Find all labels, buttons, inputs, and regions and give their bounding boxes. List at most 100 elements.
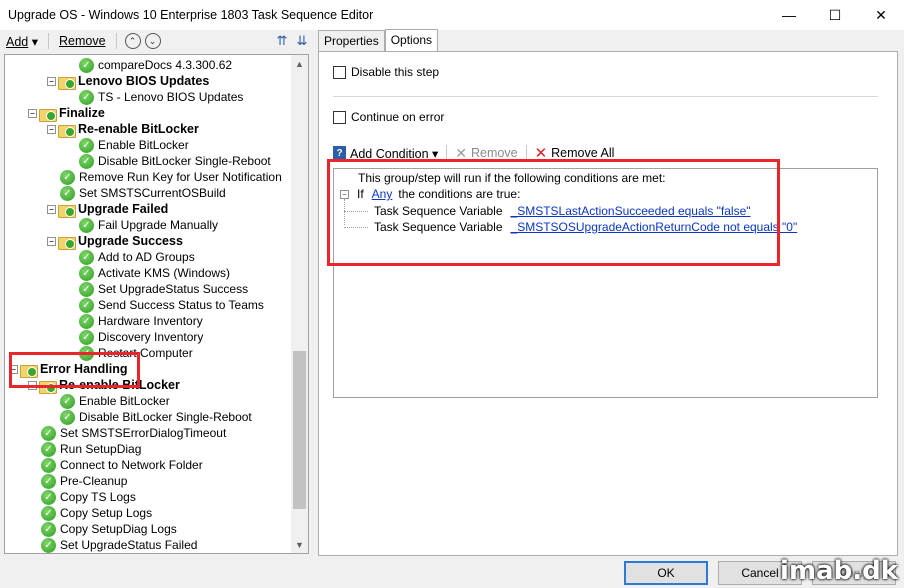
tree-step[interactable]: ✓ Set SMSTSErrorDialogTimeout xyxy=(28,425,226,441)
task-sequence-tree[interactable]: ▲ ▼ ✓ compareDocs 4.3.300.62 − Lenovo BIOS … xyxy=(4,54,309,554)
tree-group[interactable]: − Re-enable BitLocker xyxy=(47,121,199,138)
tree-group[interactable]: − Upgrade Failed xyxy=(47,201,169,218)
disable-step-option[interactable]: Disable this step xyxy=(333,65,439,79)
tree-step[interactable]: ✓ Disable BitLocker Single-Reboot xyxy=(47,409,252,425)
success-check-icon: ✓ xyxy=(79,217,94,233)
success-check-icon: ✓ xyxy=(60,169,75,185)
collapse-all-icon[interactable]: ⇊ xyxy=(294,33,310,49)
folder-icon xyxy=(58,123,76,138)
tree-step[interactable]: ✓ Disable BitLocker Single-Reboot xyxy=(66,153,271,169)
tree-item-label: Enable BitLocker xyxy=(79,394,170,408)
maximize-button[interactable]: ☐ xyxy=(812,0,858,30)
tree-step[interactable]: ✓ Set UpgradeStatus Failed xyxy=(28,537,197,553)
success-check-icon: ✓ xyxy=(41,441,56,457)
disable-step-checkbox[interactable] xyxy=(333,65,346,79)
options-panel: Disable this step Continue on error ? Ad… xyxy=(318,51,898,556)
success-check-icon: ✓ xyxy=(60,409,75,425)
toolbar-separator xyxy=(115,33,117,49)
tree-item-label: Remove Run Key for User Notification xyxy=(79,170,282,184)
imab-watermark: imab.dk xyxy=(780,556,898,586)
scroll-down-icon[interactable]: ▼ xyxy=(291,536,308,553)
tree-step[interactable]: ✓ Set UpgradeStatus Success xyxy=(66,281,248,297)
continue-on-error-option[interactable]: Continue on error xyxy=(333,110,444,124)
tree-step[interactable]: ✓ Connect to Network Folder xyxy=(28,457,203,473)
success-check-icon: ✓ xyxy=(79,57,94,73)
maximize-icon: ☐ xyxy=(828,6,842,23)
tree-step[interactable]: ✓ Add to AD Groups xyxy=(66,249,195,265)
success-check-icon: ✓ xyxy=(41,521,56,537)
tree-step[interactable]: ✓ Copy TS Logs xyxy=(28,489,136,505)
tree-step[interactable]: ✓ compareDocs 4.3.300.62 xyxy=(66,57,232,73)
success-check-icon: ✓ xyxy=(41,457,56,473)
tree-item-label: Upgrade Failed xyxy=(78,202,169,216)
remove-condition-button[interactable]: Remove xyxy=(471,146,518,160)
folder-icon xyxy=(39,107,57,122)
expand-all-icon[interactable]: ⇈ xyxy=(274,33,290,49)
collapse-icon[interactable]: − xyxy=(28,108,37,118)
move-up-icon[interactable]: ⌃ xyxy=(124,33,141,49)
scroll-up-icon[interactable]: ▲ xyxy=(291,55,308,72)
minimize-icon: — xyxy=(782,7,796,23)
collapse-icon[interactable]: − xyxy=(47,204,56,214)
add-label: Add xyxy=(6,34,29,49)
ok-button[interactable]: OK xyxy=(624,561,708,585)
tree-item-label: Copy SetupDiag Logs xyxy=(60,522,177,536)
tree-item-label: Fail Upgrade Manually xyxy=(98,218,219,232)
move-down-icon[interactable]: ⌄ xyxy=(144,33,161,49)
success-check-icon: ✓ xyxy=(60,185,75,201)
tree-group[interactable]: − Lenovo BIOS Updates xyxy=(47,73,210,90)
tree-step[interactable]: ✓ TS - Lenovo BIOS Updates xyxy=(66,89,243,105)
tree-step[interactable]: ✓ Enable BitLocker xyxy=(47,393,170,409)
tree-scrollbar[interactable]: ▲ ▼ xyxy=(291,55,308,553)
tab-options[interactable]: Options xyxy=(384,29,439,52)
continue-on-error-checkbox[interactable] xyxy=(333,110,346,124)
tree-step[interactable]: ✓ Send Success Status to Teams xyxy=(66,297,264,313)
tree-step[interactable]: ✓ Copy SetupDiag Logs xyxy=(28,521,177,537)
remove-button[interactable]: Remove xyxy=(57,34,108,48)
success-check-icon: ✓ xyxy=(79,153,94,169)
tree-step[interactable]: ✓ Discovery Inventory xyxy=(66,329,203,345)
tree-step[interactable]: ✓ Pre-Cleanup xyxy=(28,473,127,489)
dropdown-arrow-icon: ▾ xyxy=(31,34,39,49)
close-button[interactable]: ✕ xyxy=(858,0,904,30)
tree-item-label: Copy Setup Logs xyxy=(60,506,153,520)
tree-step[interactable]: ✓ Enable BitLocker xyxy=(66,137,189,153)
tab-properties[interactable]: Properties xyxy=(318,30,385,52)
tree-item-label: Disable BitLocker Single-Reboot xyxy=(79,410,252,424)
tree-item-label: Copy TS Logs xyxy=(60,490,136,504)
add-menu-button[interactable]: Add ▾ xyxy=(4,34,40,49)
collapse-icon[interactable]: − xyxy=(47,236,56,246)
folder-icon xyxy=(58,235,76,250)
tree-group[interactable]: − Finalize xyxy=(28,105,105,122)
tree-group[interactable]: − Upgrade Success xyxy=(47,233,183,250)
folder-icon xyxy=(58,75,76,90)
tree-step[interactable]: ✓ Activate KMS (Windows) xyxy=(66,265,230,281)
tree-step[interactable]: ✓ Remove Run Key for User Notification xyxy=(47,169,282,185)
tree-item-label: TS - Lenovo BIOS Updates xyxy=(98,90,244,104)
tab-strip: Properties Options xyxy=(318,29,439,52)
divider xyxy=(333,96,878,97)
collapse-icon[interactable]: − xyxy=(47,76,56,86)
tree-item-label: Set SMSTSCurrentOSBuild xyxy=(79,186,226,200)
success-check-icon: ✓ xyxy=(79,89,94,105)
folder-icon xyxy=(58,203,76,218)
remove-all-button[interactable]: Remove All xyxy=(551,146,614,160)
tree-step[interactable]: ✓ Set SMSTSCurrentOSBuild xyxy=(47,185,226,201)
tree-item-label: Pre-Cleanup xyxy=(60,474,128,488)
tree-step[interactable]: ✓ Copy Setup Logs xyxy=(28,505,152,521)
error-handling-highlight xyxy=(9,352,140,388)
success-check-icon: ✓ xyxy=(41,425,56,441)
tree-item-label: Activate KMS (Windows) xyxy=(98,266,231,280)
tree-item-label: Run SetupDiag xyxy=(60,442,142,456)
tree-step[interactable]: ✓ Hardware Inventory xyxy=(66,313,203,329)
tree-step[interactable]: ✓ Fail Upgrade Manually xyxy=(66,217,218,233)
minimize-button[interactable]: — xyxy=(766,0,812,30)
success-check-icon: ✓ xyxy=(79,137,94,153)
conditions-highlight xyxy=(327,159,780,266)
tree-step[interactable]: ✓ Run SetupDiag xyxy=(28,441,141,457)
collapse-icon[interactable]: − xyxy=(47,124,56,134)
success-check-icon: ✓ xyxy=(41,489,56,505)
tree-item-label: Lenovo BIOS Updates xyxy=(78,74,210,88)
scroll-thumb[interactable] xyxy=(293,351,306,509)
tree-item-label: Connect to Network Folder xyxy=(60,458,203,472)
